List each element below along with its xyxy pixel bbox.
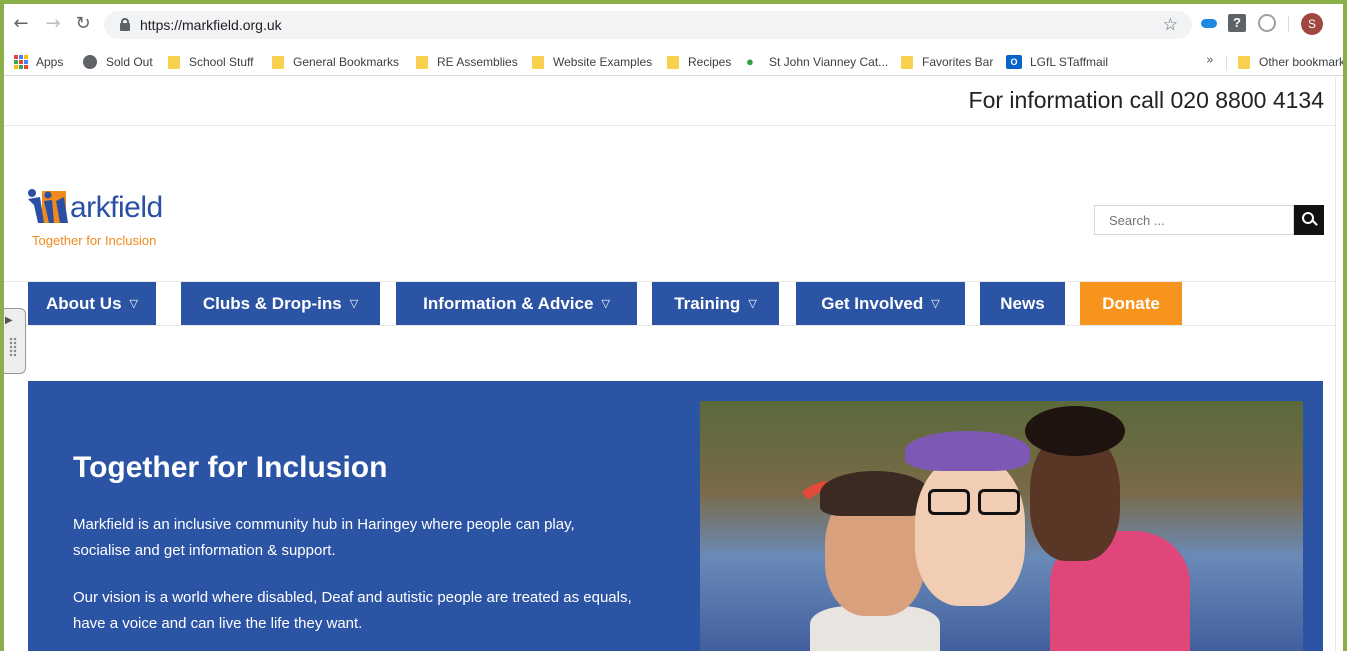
hero-photo (700, 401, 1303, 651)
folder-icon (532, 55, 544, 69)
cloud-extension-icon[interactable] (1200, 14, 1218, 32)
forward-arrow-icon[interactable]: → (42, 13, 64, 35)
help-extension-icon[interactable]: ? (1228, 14, 1246, 32)
bookmark-sold-out[interactable]: Sold Out (83, 53, 153, 71)
bookmark-other-bookmarks[interactable]: Other bookmarks (1238, 53, 1343, 71)
browser-toolbar: ← → ↻ https://markfield.org.uk ☆ ? S (4, 4, 1343, 46)
folder-icon (667, 55, 679, 69)
hero-banner: Together for Inclusion Markfield is an i… (28, 381, 1323, 651)
bookmark-favorites-bar[interactable]: Favorites Bar (901, 53, 993, 71)
menu-information-advice[interactable]: Information & Advice ▽ (396, 282, 637, 325)
folder-icon (168, 55, 180, 69)
more-bookmarks-icon[interactable]: » (1206, 53, 1214, 68)
bookmark-re-assemblies[interactable]: RE Assemblies (416, 53, 518, 71)
menu-news[interactable]: News (980, 282, 1065, 325)
lock-icon (120, 18, 130, 31)
menu-training[interactable]: Training ▽ (652, 282, 779, 325)
info-phone-line: For information call 020 8800 4134 (968, 87, 1324, 113)
bookmark-website-examples[interactable]: Website Examples (532, 53, 652, 71)
expand-arrow-icon: ▶ (5, 315, 13, 326)
search-button[interactable] (1294, 205, 1324, 235)
drag-grip-icon (9, 337, 17, 357)
bookmark-recipes[interactable]: Recipes (667, 53, 731, 71)
bookmarks-bar: Apps Sold Out School Stuff General Bookm… (4, 46, 1343, 76)
chevron-down-icon: ▽ (601, 297, 610, 310)
profile-avatar[interactable]: S (1301, 13, 1323, 35)
menu-clubs-drop-ins[interactable]: Clubs & Drop-ins ▽ (181, 282, 380, 325)
url-text[interactable]: https://markfield.org.uk (140, 17, 282, 33)
chevron-down-icon: ▽ (748, 297, 757, 310)
apps-grid-icon (14, 55, 28, 69)
markfield-logo[interactable]: arkfield Together for Inclusion (26, 185, 216, 251)
folder-icon (901, 55, 913, 69)
toolbar-divider (1288, 16, 1289, 32)
menu-bottom-divider (4, 325, 1335, 326)
bookmarks-divider (1226, 56, 1227, 70)
extension-icon[interactable] (1258, 14, 1276, 32)
folder-icon (272, 55, 284, 69)
address-bar[interactable]: https://markfield.org.uk ☆ (104, 11, 1192, 39)
office-icon: O (1006, 55, 1022, 69)
bookmark-school-stuff[interactable]: School Stuff (168, 53, 254, 71)
logo-tagline: Together for Inclusion (32, 233, 157, 248)
logo-wordmark: arkfield (70, 191, 163, 224)
logo-figures-icon (28, 189, 68, 223)
bookmark-star-icon[interactable]: ☆ (1163, 15, 1178, 35)
browser-window: ← → ↻ https://markfield.org.uk ☆ ? S App… (4, 4, 1343, 651)
chevron-down-icon: ▽ (931, 297, 940, 310)
header-divider (4, 125, 1335, 126)
menu-about-us[interactable]: About Us ▽ (28, 282, 156, 325)
folder-icon (1238, 55, 1250, 69)
side-panel-toggle[interactable]: ▶ (4, 308, 26, 374)
folder-icon (416, 55, 428, 69)
bookmark-general-bookmarks[interactable]: General Bookmarks (272, 53, 399, 71)
menu-donate[interactable]: Donate (1080, 282, 1182, 325)
bookmark-lgfl-staffmail[interactable]: O LGfL STaffmail (1006, 53, 1108, 71)
leaf-icon: ● (746, 54, 754, 69)
bookmark-st-john-vianney[interactable]: ● St John Vianney Cat... (746, 53, 888, 71)
hero-title: Together for Inclusion (73, 451, 388, 484)
globe-icon (83, 55, 97, 69)
reload-icon[interactable]: ↻ (72, 13, 94, 35)
chevron-down-icon: ▽ (349, 297, 359, 310)
hero-paragraph-1: Markfield is an inclusive community hub … (73, 516, 575, 559)
bookmark-apps[interactable]: Apps (14, 53, 63, 71)
search-input[interactable] (1094, 205, 1294, 235)
page-scrollbar[interactable] (1335, 77, 1343, 651)
hero-paragraph-2: Our vision is a world where disabled, De… (73, 589, 632, 632)
back-arrow-icon[interactable]: ← (10, 13, 32, 35)
menu-get-involved[interactable]: Get Involved ▽ (796, 282, 965, 325)
chevron-down-icon: ▽ (129, 297, 138, 310)
web-page: For information call 020 8800 4134 arkfi… (4, 77, 1335, 651)
